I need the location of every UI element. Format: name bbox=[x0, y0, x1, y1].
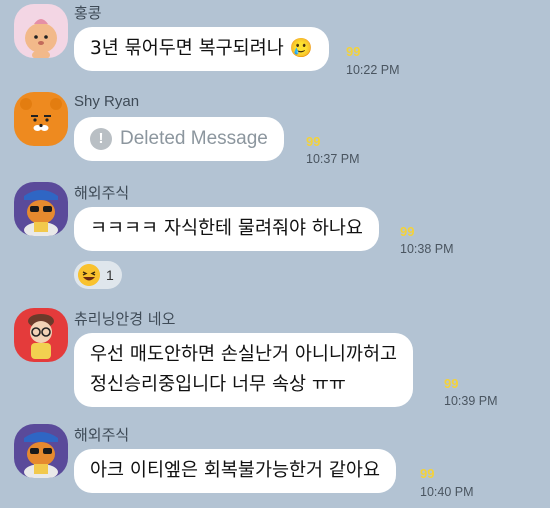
sender-name: 해외주식 bbox=[74, 184, 130, 202]
message-text-line: 정신승리중입니다 너무 속상 ㅠㅠ bbox=[90, 374, 346, 395]
message-time: 10:40 PM bbox=[420, 485, 474, 499]
apeach-avatar-icon[interactable] bbox=[14, 4, 68, 58]
reaction-count: 1 bbox=[106, 267, 114, 283]
message-time: 10:38 PM bbox=[400, 242, 454, 256]
sender-name: 해외주식 bbox=[74, 426, 130, 444]
message-text: 아크 이티엪은 회복불가능한거 같아요 bbox=[90, 460, 380, 481]
unread-count: 99 bbox=[346, 44, 361, 59]
neo-avatar-icon[interactable] bbox=[14, 308, 68, 362]
message-bubble[interactable]: 3년 묶어두면 복구되려나 🥲 bbox=[74, 27, 329, 71]
message-time: 10:37 PM bbox=[306, 152, 360, 166]
message-text-line: 우선 매도안하면 손실난거 아니니까허고 bbox=[90, 344, 397, 365]
message-bubble[interactable]: 우선 매도안하면 손실난거 아니니까허고 정신승리중입니다 너무 속상 ㅠㅠ bbox=[74, 333, 413, 407]
message-text: Deleted Message bbox=[120, 128, 268, 149]
ryan-sunglasses-avatar-icon[interactable] bbox=[14, 182, 68, 236]
sender-name: 츄리닝안경 네오 bbox=[74, 310, 176, 328]
reaction-pill[interactable]: 1 bbox=[74, 261, 122, 289]
sender-name: Shy Ryan bbox=[74, 93, 140, 110]
sender-name: 홍콩 bbox=[74, 4, 102, 22]
message-text: ㅋㅋㅋㅋ 자식한테 물려줘야 하나요 bbox=[90, 218, 363, 239]
unread-count: 99 bbox=[444, 376, 459, 391]
message-text: 3년 묶어두면 복구되려나 🥲 bbox=[90, 38, 313, 59]
ryan-sunglasses-avatar-icon[interactable] bbox=[14, 424, 68, 478]
message-time: 10:22 PM bbox=[346, 63, 400, 77]
unread-count: 99 bbox=[400, 224, 415, 239]
message-time: 10:39 PM bbox=[444, 394, 498, 408]
unread-count: 99 bbox=[306, 134, 321, 149]
laughing-emoji-icon bbox=[78, 264, 100, 286]
exclamation-icon: ! bbox=[90, 128, 112, 150]
message-bubble[interactable]: 아크 이티엪은 회복불가능한거 같아요 bbox=[74, 449, 396, 493]
ryan-avatar-icon[interactable] bbox=[14, 92, 68, 146]
unread-count: 99 bbox=[420, 466, 435, 481]
message-bubble[interactable]: ㅋㅋㅋㅋ 자식한테 물려줘야 하나요 bbox=[74, 207, 379, 251]
deleted-message-bubble[interactable]: ! Deleted Message bbox=[74, 117, 284, 161]
